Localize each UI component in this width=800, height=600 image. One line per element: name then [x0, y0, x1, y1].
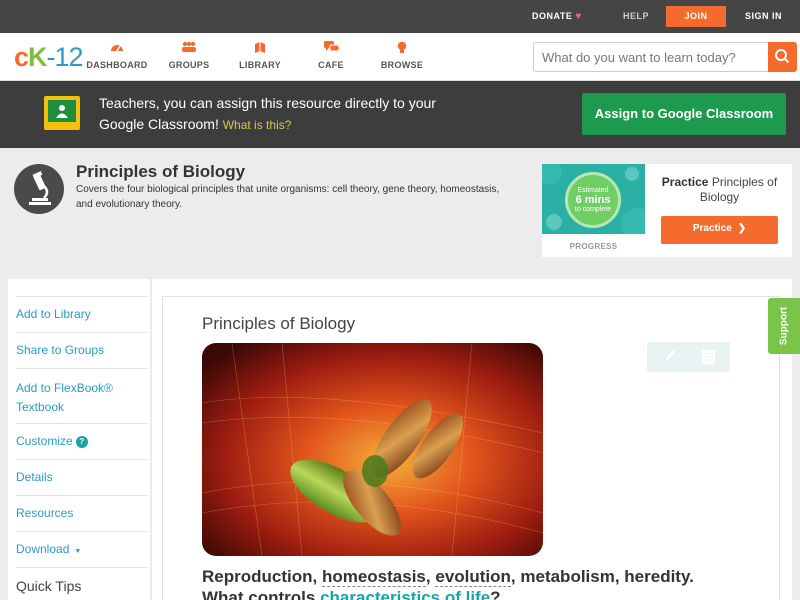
search-input[interactable]	[534, 43, 769, 71]
sidebar-item-details[interactable]: Details	[16, 459, 147, 495]
to-complete-label: to complete	[574, 206, 612, 213]
join-button[interactable]: JOIN	[666, 6, 726, 27]
characteristics-of-life-link[interactable]: characteristics of life	[320, 588, 491, 600]
support-label: Support	[778, 306, 790, 346]
search-button[interactable]	[768, 42, 797, 72]
google-classroom-banner: Teachers, you can assign this resource d…	[0, 81, 800, 148]
article-title: Principles of Biology	[202, 314, 356, 333]
logo-n: -12	[46, 42, 84, 72]
sidebar-item-add-to-library[interactable]: Add to Library	[16, 296, 147, 332]
google-classroom-icon	[44, 96, 80, 130]
top-utility-bar: DONATE ♥ HELP JOIN SIGN IN	[0, 0, 800, 33]
ck12-logo[interactable]: cK-12	[14, 42, 84, 73]
donate-link[interactable]: DONATE ♥	[532, 0, 582, 33]
support-tab[interactable]: Support	[768, 298, 800, 354]
search-box	[533, 42, 797, 72]
course-title: Principles of Biology	[76, 162, 246, 181]
article-tools	[647, 342, 730, 372]
practice-button-label: Practice	[692, 223, 732, 234]
sidebar-item-resources[interactable]: Resources	[16, 495, 147, 531]
what-is-this-link[interactable]: What is this?	[223, 118, 292, 132]
practice-button[interactable]: Practice ❯	[661, 216, 778, 244]
google-classroom-message: Teachers, you can assign this resource d…	[99, 93, 439, 136]
nav-dashboard-label: DASHBOARD	[86, 60, 148, 70]
microscope-icon	[14, 164, 64, 214]
sidebar-item-label: Customize	[16, 434, 73, 448]
library-book-icon	[225, 41, 295, 57]
pencil-icon[interactable]	[665, 350, 675, 363]
chromosome-image	[202, 343, 543, 556]
nav-groups[interactable]: GROUPS	[154, 41, 224, 70]
para-text: ?	[490, 588, 501, 600]
nav-library[interactable]: LIBRARY	[225, 41, 295, 70]
course-description: Covers the four biological principles th…	[76, 184, 500, 210]
heart-icon: ♥	[575, 11, 582, 22]
sidebar-item-label: Add to FlexBook® Textbook	[16, 381, 113, 414]
dashboard-gauge-icon	[82, 41, 152, 57]
sidebar-item-label: Quick Tips	[16, 578, 82, 594]
logo-k: K	[28, 42, 47, 72]
assign-google-classroom-button[interactable]: Assign to Google Classroom	[582, 93, 786, 135]
practice-title-rest: Principles of Biology	[699, 175, 778, 204]
sidebar-item-customize[interactable]: Customize?	[16, 423, 147, 459]
search-icon	[775, 49, 790, 64]
notes-icon[interactable]	[702, 350, 715, 364]
nav-browse[interactable]: BROWSE	[367, 41, 437, 70]
estimated-minutes: 6 mins	[575, 194, 611, 206]
sidebar-item-add-to-flexbook[interactable]: Add to FlexBook® Textbook	[16, 368, 147, 423]
para-text: What controls	[202, 588, 316, 600]
progress-tile: Estimated 6 mins to complete	[542, 164, 645, 234]
para-text: Reproduction,	[202, 567, 318, 586]
nav-dashboard[interactable]: DASHBOARD	[82, 41, 152, 70]
nav-cafe[interactable]: CAFE	[296, 41, 366, 70]
logo-c: c	[14, 42, 29, 72]
para-text: ,	[425, 567, 431, 586]
sidebar-item-label: Share to Groups	[16, 343, 105, 357]
sidebar-item-share-to-groups[interactable]: Share to Groups	[16, 332, 147, 368]
practice-title-bold: Practice	[661, 175, 709, 189]
nav-groups-label: GROUPS	[168, 60, 210, 70]
help-question-icon[interactable]: ?	[75, 436, 88, 448]
chevron-right-icon: ❯	[737, 223, 747, 234]
sidebar-item-label: Add to Library	[16, 307, 91, 321]
sidebar-item-download[interactable]: Download ▼	[16, 531, 147, 567]
nav-cafe-label: CAFE	[318, 60, 344, 70]
nav-library-label: LIBRARY	[239, 60, 281, 70]
groups-people-icon	[154, 41, 224, 57]
sign-in-link[interactable]: SIGN IN	[745, 0, 782, 33]
sidebar: Add to Library Share to Groups Add to Fl…	[8, 279, 150, 600]
progress-label: PROGRESS	[569, 242, 618, 251]
nav-browse-label: BROWSE	[380, 60, 424, 70]
sidebar-item-label: Details	[16, 470, 53, 484]
sidebar-item-label: Download	[16, 542, 70, 556]
estimate-circle: Estimated 6 mins to complete	[565, 172, 621, 228]
para-text: , metabolism, heredity.	[510, 567, 694, 586]
caret-down-icon: ▼	[74, 548, 82, 555]
article-intro: Reproduction, homeostasis, evolution, me…	[202, 566, 722, 600]
sidebar-item-label: Resources	[16, 506, 74, 520]
evolution-link[interactable]: evolution	[435, 567, 511, 587]
cafe-chat-icon	[296, 41, 366, 57]
sidebar-item-quick-tips[interactable]: Quick Tips	[16, 567, 147, 600]
main-header: cK-12 DASHBOARD GROUPS LIBRARY CAFE BROW…	[0, 33, 800, 81]
help-link[interactable]: HELP	[623, 0, 649, 33]
homeostasis-link[interactable]: homeostasis	[321, 567, 426, 587]
practice-card: Estimated 6 mins to complete PROGRESS Pr…	[542, 164, 792, 257]
browse-bulb-icon	[367, 41, 437, 57]
practice-title: Practice Principles of Biology	[656, 175, 783, 205]
donate-label: DONATE	[532, 11, 573, 21]
